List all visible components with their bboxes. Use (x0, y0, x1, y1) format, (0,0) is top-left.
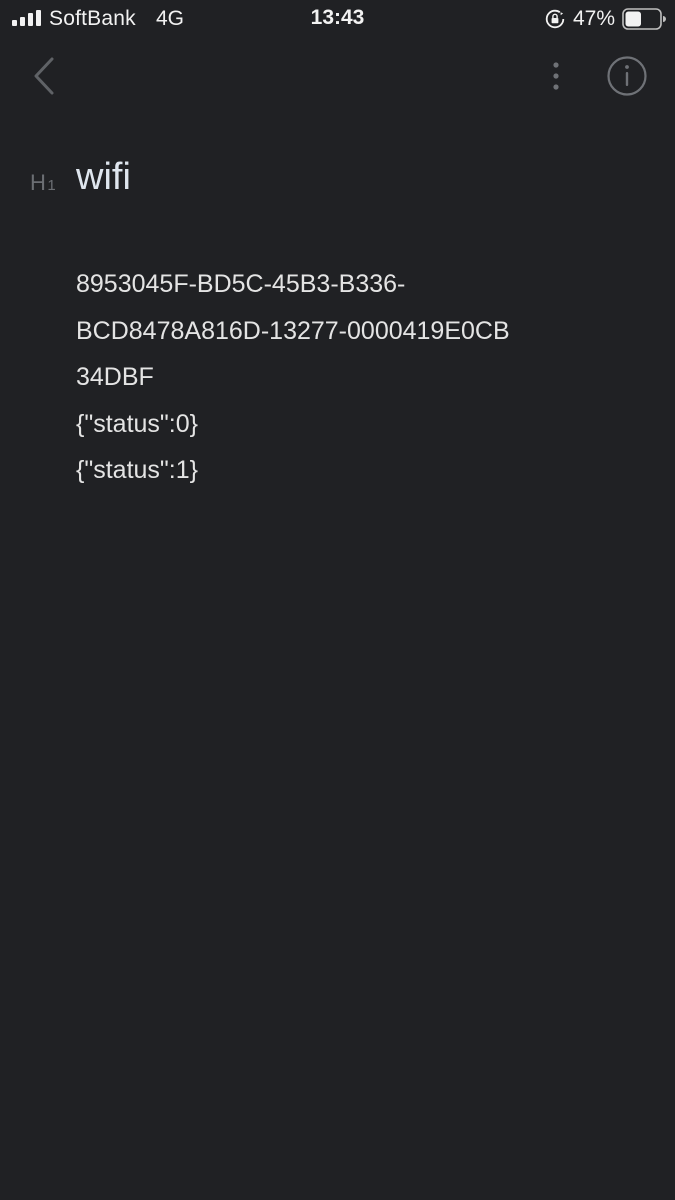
more-vertical-icon[interactable] (540, 56, 572, 96)
status-bar: SoftBank 4G 13:43 47% (0, 0, 675, 38)
back-chevron-icon[interactable] (28, 54, 64, 98)
note-heading[interactable]: wifi (76, 156, 131, 199)
battery-icon (622, 8, 666, 30)
body-line[interactable]: 34DBF (76, 354, 636, 401)
note-body[interactable]: 8953045F-BD5C-45B3-B336- BCD8478A816D-13… (76, 261, 636, 494)
heading-block[interactable]: H1 wifi (30, 156, 630, 206)
info-icon[interactable] (605, 54, 649, 98)
body-line[interactable]: BCD8478A816D-13277-0000419E0CB (76, 308, 636, 355)
body-line[interactable]: {"status":0} (76, 401, 636, 448)
body-line[interactable]: 8953045F-BD5C-45B3-B336- (76, 261, 636, 308)
rotation-lock-icon (545, 9, 565, 29)
heading-level-marker: H1 (30, 170, 57, 195)
body-line[interactable]: {"status":1} (76, 447, 636, 494)
battery-percentage: 47% (573, 7, 616, 30)
